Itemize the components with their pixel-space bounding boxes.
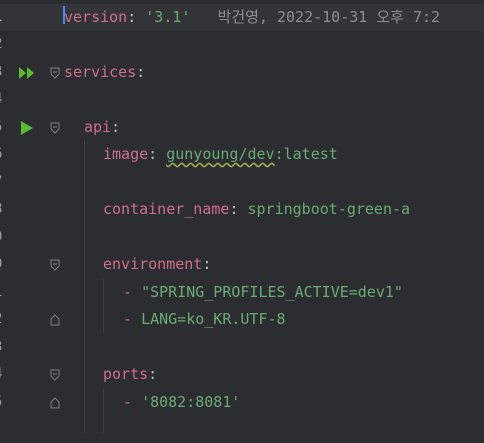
line-code: services: <box>64 59 145 86</box>
line-number: 5 <box>0 114 8 141</box>
colon: : <box>148 365 158 383</box>
line-code: version: '3.1' 박건영, 2022-10-31 오후 7:2 <box>64 4 440 31</box>
yaml-key: image <box>103 145 149 163</box>
colon: : <box>148 145 167 163</box>
yaml-value: :latest <box>274 145 338 163</box>
colon: : <box>136 63 146 81</box>
list-dash: - <box>123 310 142 328</box>
run-icon[interactable] <box>18 121 36 135</box>
line-code: ports: <box>103 361 157 388</box>
line-code: - LANG=ko_KR.UTF-8 <box>123 306 286 333</box>
colon: : <box>127 8 146 26</box>
line-code: environment: <box>103 251 211 278</box>
code-line-10[interactable]: 0 environment: <box>0 251 484 278</box>
line-number: 1 <box>0 4 8 31</box>
colon: : <box>202 255 212 273</box>
list-dash: - <box>123 283 142 301</box>
line-code: - '8082:8081' <box>123 389 240 416</box>
yaml-key: api <box>84 118 112 136</box>
git-blame-annotation[interactable]: 박건영, 2022-10-31 오후 7:2 <box>218 8 441 26</box>
colon: : <box>229 200 248 218</box>
code-line-4[interactable]: 4 <box>0 86 484 113</box>
indent-guide <box>84 141 85 433</box>
line-code: api: <box>84 114 120 141</box>
line-number: 6 <box>0 141 8 168</box>
line-number: 4 <box>0 86 8 113</box>
code-line-12[interactable]: 2 - LANG=ko_KR.UTF-8 <box>0 306 484 333</box>
line-number: 9 <box>0 224 8 251</box>
yaml-key: ports <box>103 365 149 383</box>
yaml-key: version <box>64 8 128 26</box>
line-code: image: gunyoung/dev:latest <box>103 141 338 168</box>
line-number: 7 <box>0 169 8 196</box>
code-line-9[interactable]: 9 <box>0 224 484 251</box>
yaml-value: LANG=ko_KR.UTF-8 <box>141 310 286 328</box>
yaml-value: '3.1' <box>145 8 191 26</box>
line-number: 2 <box>0 306 8 333</box>
list-dash: - <box>123 393 142 411</box>
line-number: 5 <box>0 389 8 416</box>
line-number: 3 <box>0 59 8 86</box>
code-line-6[interactable]: 6 image: gunyoung/dev:latest <box>0 141 484 168</box>
code-line-3[interactable]: 3 services: <box>0 59 484 86</box>
fold-end-icon[interactable] <box>50 397 60 409</box>
line-number: 3 <box>0 334 8 361</box>
indent-guide <box>103 389 104 433</box>
line-number: 8 <box>0 196 8 223</box>
yaml-value: "SPRING_PROFILES_ACTIVE=dev1" <box>141 283 403 301</box>
indent-guide <box>103 279 104 333</box>
fold-toggle-icon[interactable] <box>50 122 60 134</box>
code-line-11[interactable]: 1 - "SPRING_PROFILES_ACTIVE=dev1" <box>0 279 484 306</box>
line-code: container_name: springboot-green-a <box>103 196 410 223</box>
code-line-15[interactable]: 5 - '8082:8081' <box>0 389 484 416</box>
code-line-16[interactable] <box>0 416 484 443</box>
yaml-value: '8082:8081' <box>141 393 241 411</box>
line-code: - "SPRING_PROFILES_ACTIVE=dev1" <box>123 279 403 306</box>
fold-toggle-icon[interactable] <box>50 67 60 79</box>
colon: : <box>111 118 121 136</box>
yaml-value: gunyoung/dev <box>166 145 275 163</box>
line-number: 2 <box>0 31 8 58</box>
code-line-7[interactable]: 7 <box>0 169 484 196</box>
code-line-5[interactable]: 5 api: <box>0 114 484 141</box>
fold-toggle-icon[interactable] <box>50 259 60 271</box>
line-number: 4 <box>0 361 8 388</box>
line-number: 1 <box>0 279 8 306</box>
code-line-8[interactable]: 8 container_name: springboot-green-a <box>0 196 484 223</box>
code-line-1[interactable]: 1 version: '3.1' 박건영, 2022-10-31 오후 7:2 <box>0 4 484 31</box>
yaml-value: springboot-green-a <box>247 200 411 218</box>
code-line-2[interactable]: 2 <box>0 31 484 58</box>
yaml-key: container_name <box>103 200 230 218</box>
yaml-key: services <box>64 63 137 81</box>
line-number: 0 <box>0 251 8 278</box>
fold-toggle-icon[interactable] <box>50 369 60 381</box>
code-line-13[interactable]: 3 <box>0 334 484 361</box>
run-all-icon[interactable] <box>18 66 36 80</box>
text-cursor <box>63 6 65 24</box>
code-line-14[interactable]: 4 ports: <box>0 361 484 388</box>
fold-end-icon[interactable] <box>50 314 60 326</box>
yaml-key: environment <box>103 255 203 273</box>
